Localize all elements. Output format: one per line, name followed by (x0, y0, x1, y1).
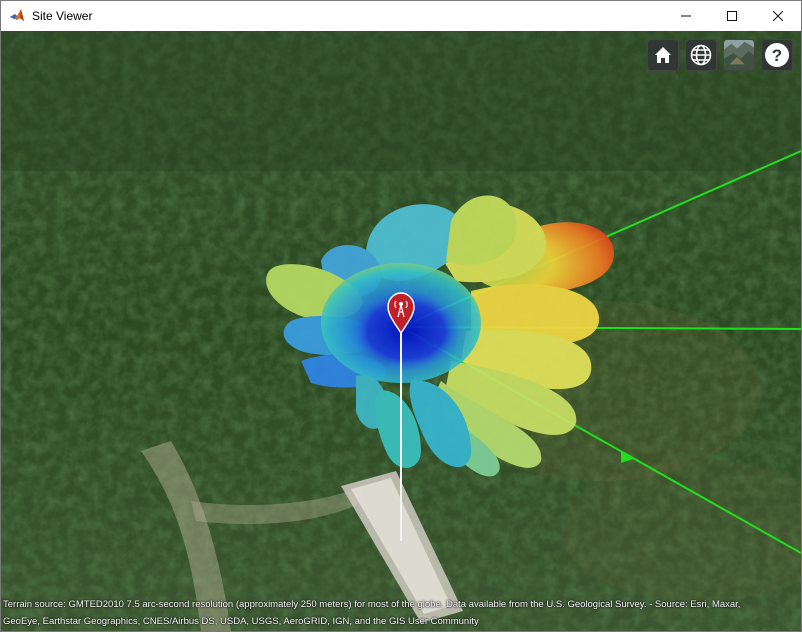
svg-text:?: ? (772, 46, 782, 65)
attribution-line-2: GeoEye, Earthstar Geographics, CNES/Airb… (3, 616, 479, 627)
map-viewer[interactable]: ? Terrain source: GMTED2010 7.5 arc-seco… (1, 31, 801, 631)
maximize-icon (727, 11, 737, 21)
globe-icon (690, 44, 712, 66)
help-button[interactable]: ? (761, 39, 793, 71)
minimize-icon (681, 15, 691, 17)
terrain-scene (1, 31, 801, 631)
attribution-line-1: Terrain source: GMTED2010 7.5 arc-second… (3, 599, 741, 610)
basemap-icon (724, 40, 754, 70)
site-viewer-window: Site Viewer ? Terrain source: GMTED2010 … (0, 0, 802, 632)
close-icon (773, 11, 783, 21)
close-button[interactable] (755, 1, 801, 31)
help-icon: ? (765, 43, 789, 67)
scene-mode-button[interactable] (685, 39, 717, 71)
window-title: Site Viewer (32, 9, 93, 23)
home-button[interactable] (647, 39, 679, 71)
title-bar[interactable]: Site Viewer (1, 1, 801, 31)
home-icon (655, 47, 671, 63)
maximize-button[interactable] (709, 1, 755, 31)
viewer-toolbar: ? (647, 39, 793, 71)
attribution-credits: Terrain source: GMTED2010 7.5 arc-second… (3, 596, 793, 630)
minimize-button[interactable] (663, 1, 709, 31)
matlab-logo-icon (10, 9, 24, 21)
basemap-button[interactable] (723, 39, 755, 71)
